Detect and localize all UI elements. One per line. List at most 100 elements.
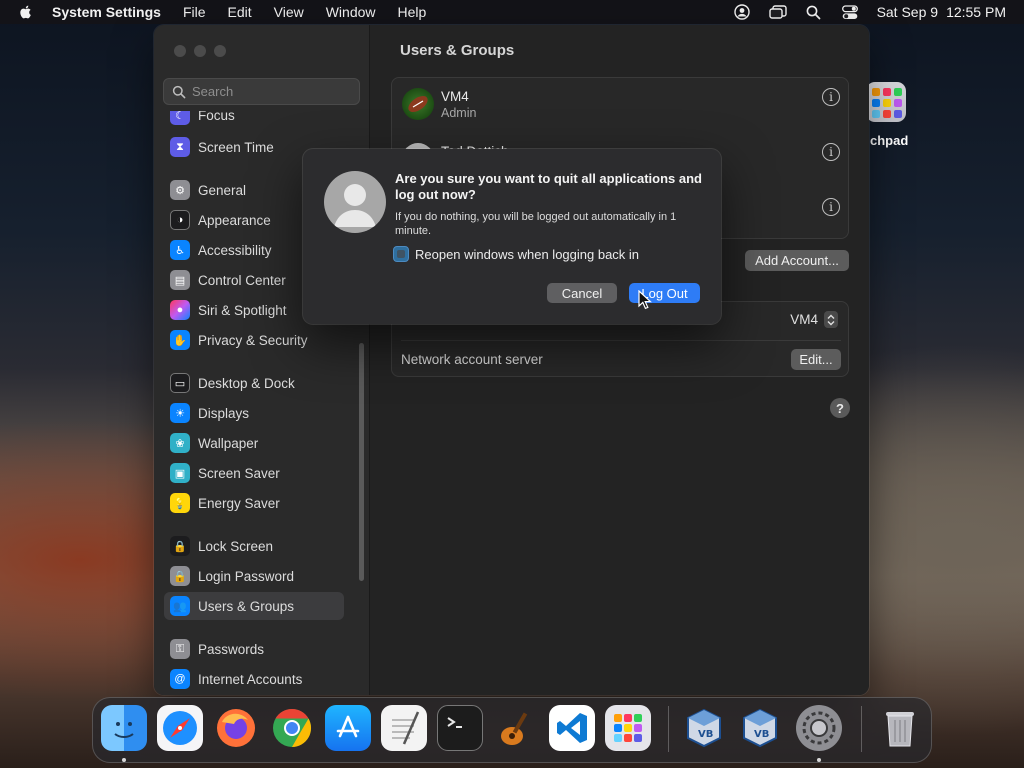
user-avatar-icon xyxy=(324,171,386,233)
sidebar-item-label: Users & Groups xyxy=(198,598,295,614)
info-icon[interactable]: i xyxy=(822,143,840,161)
terminal-icon[interactable] xyxy=(437,705,483,751)
network-server-row: Network account server Edit... xyxy=(392,340,850,378)
add-account-button[interactable]: Add Account... xyxy=(745,250,849,271)
sidebar-item-focus[interactable]: ☾ Focus xyxy=(164,111,344,129)
sidebar-item-label: Screen Time xyxy=(198,139,274,155)
search-input[interactable] xyxy=(192,84,352,99)
sidebar-item-label: Lock Screen xyxy=(198,538,274,554)
sidebar-item-passwords[interactable]: ⚿ Passwords xyxy=(164,635,344,663)
chrome-icon[interactable] xyxy=(269,705,315,751)
auto-login-value: VM4 xyxy=(790,312,818,327)
siri-icon: ● xyxy=(170,300,190,320)
hourglass-icon: ⧗ xyxy=(170,137,190,157)
sidebar-item-label: Internet Accounts xyxy=(198,671,303,687)
svg-text:VB: VB xyxy=(698,729,713,740)
user-role: Admin xyxy=(441,106,477,120)
zoom-button[interactable] xyxy=(214,45,226,57)
virtualbox-icon[interactable]: VB xyxy=(681,705,727,751)
sidebar-item-wallpaper[interactable]: ❀ Wallpaper xyxy=(164,429,344,457)
accessibility-icon: ♿ xyxy=(170,240,190,260)
key-icon: ⚿ xyxy=(170,639,190,659)
sidebar-item-label: Desktop & Dock xyxy=(198,375,295,391)
menu-file[interactable]: File xyxy=(183,4,206,20)
sidebar-search[interactable] xyxy=(163,78,360,105)
help-button[interactable]: ? xyxy=(830,398,850,418)
sidebar-item-privacy-security[interactable]: ✋ Privacy & Security xyxy=(164,326,344,354)
network-server-label: Network account server xyxy=(401,352,543,367)
menu-bar: System Settings File Edit View Window He… xyxy=(0,0,1024,24)
lock-icon: 🔒 xyxy=(170,536,190,556)
checkbox[interactable] xyxy=(393,246,409,262)
sidebar-item-screen-saver[interactable]: ▣ Screen Saver xyxy=(164,459,344,487)
apple-menu-icon[interactable] xyxy=(18,4,34,20)
info-icon[interactable]: i xyxy=(822,88,840,106)
sidebar-item-label: Displays xyxy=(198,405,250,421)
window-icon[interactable] xyxy=(768,4,787,20)
menu-clock[interactable]: Sat Sep 9 12:55 PM xyxy=(877,4,1006,20)
sidebar-item-internet-accounts[interactable]: @ Internet Accounts xyxy=(164,665,344,693)
sidebar-item-label: Control Center xyxy=(198,272,286,288)
garageband-icon[interactable] xyxy=(493,705,539,751)
app-store-icon[interactable] xyxy=(325,705,371,751)
user-icon[interactable] xyxy=(733,4,751,20)
user-name: VM4 xyxy=(441,89,469,104)
launchpad-icon[interactable] xyxy=(605,705,651,751)
finder-icon[interactable] xyxy=(101,705,147,751)
info-icon[interactable]: i xyxy=(822,198,840,216)
auto-login-select[interactable]: VM4 xyxy=(790,311,838,328)
desktop-icon-label: chpad xyxy=(870,133,909,148)
sidebar-item-label: Appearance xyxy=(198,212,271,228)
checkbox-label: Reopen windows when logging back in xyxy=(415,246,640,262)
moon-icon: ☾ xyxy=(170,111,190,125)
sidebar-scrollbar[interactable] xyxy=(359,343,364,581)
minimize-button[interactable] xyxy=(194,45,206,57)
vscode-icon[interactable] xyxy=(549,705,595,751)
sidebar-item-users-groups[interactable]: 👥 Users & Groups xyxy=(164,592,344,620)
sidebar-item-label: Privacy & Security xyxy=(198,332,308,348)
sidebar-item-energy-saver[interactable]: 💡 Energy Saver xyxy=(164,489,344,517)
screen-saver-icon: ▣ xyxy=(170,463,190,483)
wallpaper-icon: ❀ xyxy=(170,433,190,453)
cancel-button[interactable]: Cancel xyxy=(547,283,617,303)
sidebar-item-desktop-dock[interactable]: ▭ Desktop & Dock xyxy=(164,369,344,397)
dock-separator xyxy=(861,706,862,752)
reopen-windows-checkbox[interactable]: Reopen windows when logging back in xyxy=(393,246,639,262)
firefox-icon[interactable] xyxy=(213,705,259,751)
menu-app-name[interactable]: System Settings xyxy=(52,4,161,20)
textedit-icon[interactable] xyxy=(381,705,427,751)
menu-edit[interactable]: Edit xyxy=(228,4,252,20)
dock: VB VB xyxy=(92,697,932,763)
lock-icon: 🔒 xyxy=(170,566,190,586)
close-button[interactable] xyxy=(174,45,186,57)
running-indicator xyxy=(122,758,126,762)
sidebar-item-label: Wallpaper xyxy=(198,435,259,451)
logout-dialog: Are you sure you want to quit all applic… xyxy=(303,149,721,324)
user-row-vm4[interactable]: VM4 Admin i xyxy=(392,78,850,133)
gear-icon: ⚙ xyxy=(170,180,190,200)
search-icon[interactable] xyxy=(805,4,823,20)
page-title: Users & Groups xyxy=(400,42,515,59)
edit-button[interactable]: Edit... xyxy=(791,349,841,370)
dock-separator xyxy=(668,706,669,752)
dock-icon: ▭ xyxy=(170,373,190,393)
control-center-icon[interactable] xyxy=(841,4,859,20)
sidebar-item-login-password[interactable]: 🔒 Login Password xyxy=(164,562,344,590)
system-settings-window: ☾ Focus ⧗ Screen Time ⚙ General ◑ Appear… xyxy=(154,25,869,695)
search-icon xyxy=(172,85,186,98)
mouse-cursor-icon xyxy=(638,290,652,310)
system-settings-icon[interactable] xyxy=(796,705,842,751)
sidebar-item-lock-screen[interactable]: 🔒 Lock Screen xyxy=(164,532,344,560)
virtualbox-vm-icon[interactable]: VB xyxy=(737,705,783,751)
menu-window[interactable]: Window xyxy=(326,4,376,20)
chevron-updown-icon xyxy=(824,311,838,328)
safari-icon[interactable] xyxy=(157,705,203,751)
menu-help[interactable]: Help xyxy=(398,4,427,20)
trash-icon[interactable] xyxy=(877,705,923,751)
sidebar-item-label: Login Password xyxy=(198,568,295,584)
menu-view[interactable]: View xyxy=(274,4,304,20)
dialog-message: If you do nothing, you will be logged ou… xyxy=(395,211,677,237)
users-icon: 👥 xyxy=(170,596,190,616)
launchpad-icon xyxy=(866,82,906,122)
sidebar-item-displays[interactable]: ☀ Displays xyxy=(164,399,344,427)
